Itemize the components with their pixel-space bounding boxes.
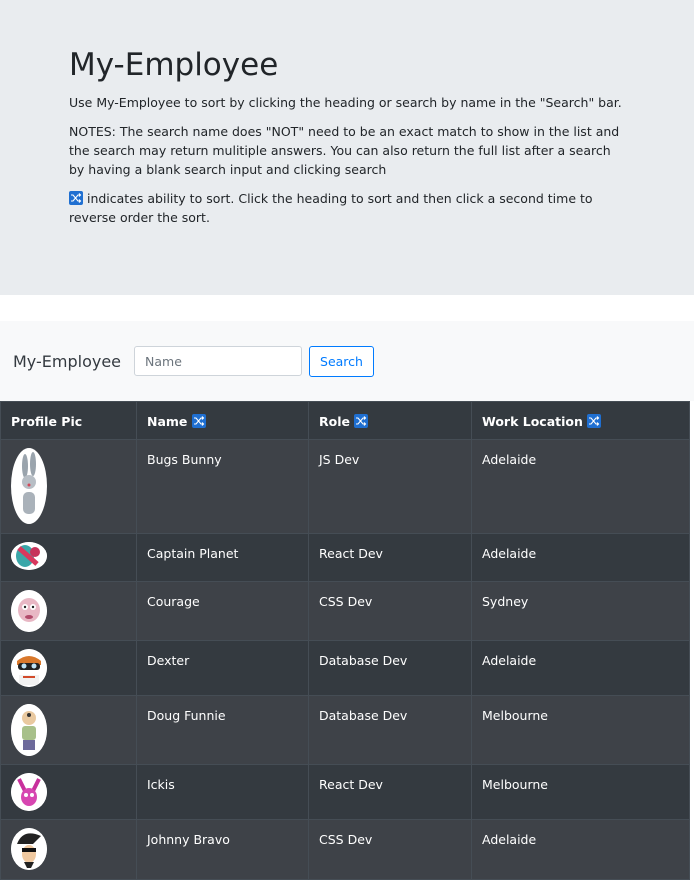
avatar (11, 704, 47, 756)
profile-pic-cell (0, 640, 137, 696)
employee-name: Captain Planet (136, 533, 309, 582)
intro-jumbotron: My-Employee Use My-Employee to sort by c… (0, 0, 694, 295)
employee-location: Sydney (471, 581, 690, 641)
column-header-profile-pic: Profile Pic (0, 401, 137, 440)
page-title: My-Employee (69, 47, 279, 83)
employee-table: Profile Pic Name Role Work Location Bugs… (0, 401, 690, 880)
table-row: Captain Planet React Dev Adelaide (0, 533, 690, 582)
employee-location: Adelaide (471, 439, 690, 534)
avatar (11, 448, 47, 524)
avatar (11, 773, 47, 811)
employee-location: Adelaide (471, 533, 690, 582)
table-row: Johnny Bravo CSS Dev Adelaide (0, 819, 690, 880)
employee-name: Bugs Bunny (136, 439, 309, 534)
profile-pic-cell (0, 581, 137, 641)
navbar-brand[interactable]: My-Employee (13, 352, 121, 371)
employee-name: Courage (136, 581, 309, 641)
employee-role: JS Dev (308, 439, 472, 534)
avatar (11, 590, 47, 632)
table-row: Courage CSS Dev Sydney (0, 581, 690, 641)
employee-name: Johnny Bravo (136, 819, 309, 880)
sort-hint: indicates ability to sort. Click the hea… (69, 189, 629, 227)
employee-location: Melbourne (471, 695, 690, 765)
profile-pic-cell (0, 764, 137, 820)
profile-pic-cell (0, 533, 137, 582)
employee-name: Dexter (136, 640, 309, 696)
employee-name: Ickis (136, 764, 309, 820)
column-header-role[interactable]: Role (308, 401, 472, 440)
column-header-work-location[interactable]: Work Location (471, 401, 690, 440)
employee-role: Database Dev (308, 640, 472, 696)
employee-role: React Dev (308, 533, 472, 582)
profile-pic-cell (0, 695, 137, 765)
table-row: Doug Funnie Database Dev Melbourne (0, 695, 690, 765)
shuffle-icon[interactable] (354, 414, 369, 428)
profile-pic-cell (0, 439, 137, 534)
table-header-row: Profile Pic Name Role Work Location (0, 401, 690, 440)
avatar (11, 649, 47, 687)
intro-text: Use My-Employee to sort by clicking the … (69, 95, 622, 110)
avatar (11, 828, 47, 870)
employee-location: Adelaide (471, 819, 690, 880)
column-header-name[interactable]: Name (136, 401, 309, 440)
employee-role: React Dev (308, 764, 472, 820)
employee-role: CSS Dev (308, 819, 472, 880)
notes-text: NOTES: The search name does "NOT" need t… (69, 124, 620, 177)
table-row: Dexter Database Dev Adelaide (0, 640, 690, 696)
search-navbar: My-Employee Search (0, 321, 694, 401)
profile-pic-cell (0, 819, 137, 880)
employee-role: CSS Dev (308, 581, 472, 641)
employee-name: Doug Funnie (136, 695, 309, 765)
sort-hint-text: indicates ability to sort. Click the hea… (69, 191, 593, 225)
employee-location: Adelaide (471, 640, 690, 696)
table-row: Bugs Bunny JS Dev Adelaide (0, 439, 690, 534)
shuffle-icon[interactable] (191, 414, 206, 428)
table-row: Ickis React Dev Melbourne (0, 764, 690, 820)
employee-location: Melbourne (471, 764, 690, 820)
shuffle-icon[interactable] (587, 414, 602, 428)
shuffle-icon (69, 191, 83, 205)
search-button[interactable]: Search (309, 345, 374, 377)
employee-role: Database Dev (308, 695, 472, 765)
search-input[interactable] (134, 346, 303, 376)
avatar (11, 542, 47, 570)
